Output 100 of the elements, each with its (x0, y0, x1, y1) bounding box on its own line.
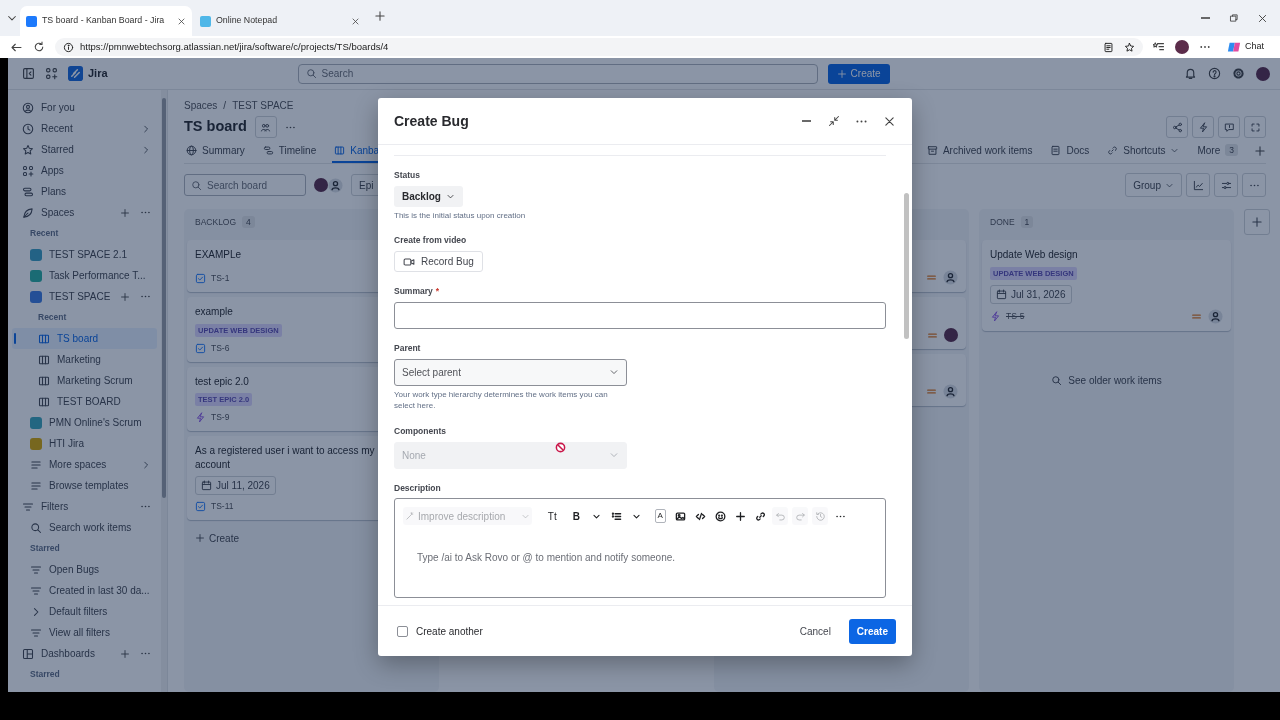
search-icon (305, 68, 317, 79)
team-button[interactable] (254, 116, 277, 138)
view-tab[interactable]: Timeline (260, 139, 319, 163)
view-tab[interactable]: Summary (184, 139, 247, 163)
minimize-button[interactable] (800, 120, 813, 122)
section-heading: Starred (29, 668, 61, 682)
sidebar-item[interactable]: More spaces (12, 454, 157, 475)
sidebar-item[interactable]: Starred (12, 139, 157, 160)
see-older-link[interactable]: See older work items (1045, 371, 1168, 389)
record-button[interactable]: Record Bug (394, 251, 483, 273)
sidebar-item[interactable]: View all filters (12, 622, 157, 643)
window-minimize-button[interactable] (1200, 17, 1211, 19)
epic-filter-button[interactable]: Epi (351, 174, 381, 196)
sidebar-item[interactable]: Apps (12, 160, 157, 181)
work-item-key[interactable]: TS-6 (211, 341, 230, 355)
insights-button[interactable] (1186, 173, 1210, 197)
tab-close-button[interactable] (351, 16, 360, 26)
help-button[interactable] (1208, 67, 1221, 80)
field-label: Parent (394, 341, 421, 355)
due-date: Jul 11, 2026 (195, 476, 276, 495)
profile-avatar[interactable] (1175, 40, 1189, 54)
breadcrumb-link[interactable]: TEST SPACE (232, 98, 294, 113)
sidebar-item[interactable]: Marketing Scrum (12, 370, 157, 391)
add-button[interactable] (120, 648, 130, 659)
sidebar-toggle-button[interactable] (22, 67, 35, 80)
browser-tab[interactable]: TS board - Kanban Board - Jira (20, 6, 192, 36)
sidebar-item[interactable]: TEST SPACE 2.1 (12, 244, 157, 265)
add-button[interactable] (120, 291, 130, 302)
toolbar-button[interactable]: Tt (544, 507, 561, 526)
select-field[interactable]: Select parent (394, 358, 627, 386)
work-item-key[interactable]: TS-11 (211, 500, 234, 513)
sidebar-item[interactable]: Spaces (12, 202, 157, 223)
checkbox[interactable] (397, 625, 408, 637)
sidebar-item[interactable]: Dashboards (12, 643, 157, 664)
cancel-button[interactable]: Cancel (791, 619, 839, 643)
close-button[interactable] (883, 114, 896, 128)
share-button[interactable] (1166, 116, 1188, 138)
product-logo[interactable]: Jira (68, 65, 108, 82)
create-another-checkbox[interactable]: Create another (397, 623, 483, 639)
window-restore-button[interactable] (1229, 13, 1239, 23)
create-button[interactable]: Create (848, 618, 896, 644)
sidebar-item[interactable]: Filters (12, 496, 157, 517)
sidebar-item[interactable]: Plans (12, 181, 157, 202)
sidebar-item[interactable]: Created in last 30 da... (12, 580, 157, 601)
board-search-field[interactable]: Search board (184, 174, 306, 196)
board-icon (334, 144, 346, 156)
sidebar-item[interactable]: Search work items (12, 517, 157, 538)
search-field[interactable]: Search (297, 63, 818, 84)
breadcrumb-link[interactable]: Spaces (184, 98, 218, 113)
toolbar-button[interactable]: B (568, 507, 585, 526)
view-tab[interactable]: Docs (1048, 139, 1092, 163)
reload-button[interactable] (33, 41, 45, 53)
sidebar-item[interactable]: Task Performance T... (12, 265, 157, 286)
collapse-button[interactable] (828, 115, 840, 127)
reload-icon (33, 41, 45, 53)
sidebar-item[interactable]: Default filters (12, 601, 157, 622)
sidebar-item[interactable]: TEST BOARD (12, 391, 157, 412)
summary-input[interactable] (394, 301, 886, 329)
assignee-filter-avatar[interactable] (314, 178, 328, 192)
sidebar-item[interactable]: Marketing (12, 349, 157, 370)
feedback-button[interactable] (1218, 116, 1240, 138)
view-tab[interactable]: Shortcuts (1105, 139, 1182, 163)
notifications-button[interactable] (1184, 67, 1197, 80)
tab-close-button[interactable] (177, 16, 186, 26)
browser-tab[interactable]: Online Notepad (194, 6, 366, 36)
create-button[interactable]: Create (827, 63, 890, 84)
view-tab[interactable]: More 3 (1195, 139, 1240, 163)
add-button[interactable] (120, 207, 130, 218)
automation-button[interactable] (1192, 116, 1214, 138)
view-settings-button[interactable] (1214, 173, 1238, 197)
sidebar-item[interactable]: Recent (12, 118, 157, 139)
new-tab-button[interactable] (374, 9, 386, 22)
sidebar-item[interactable]: Browse templates (12, 475, 157, 496)
window-close-button[interactable] (1257, 12, 1268, 24)
sidebar-item[interactable]: Open Bugs (12, 559, 157, 580)
sidebar-item[interactable]: HTI Jira (12, 433, 157, 454)
work-item-key[interactable]: TS-5 (1006, 309, 1025, 323)
work-item-key[interactable]: TS-9 (211, 411, 230, 424)
status-dropdown[interactable]: Backlog (394, 185, 463, 207)
settings-button[interactable] (1232, 67, 1245, 80)
sidebar-item[interactable]: PMN Online's Scrum (12, 412, 157, 433)
person-circle-icon (22, 101, 34, 114)
sidebar-item[interactable]: For you (12, 97, 157, 118)
group-button[interactable]: Group (1125, 173, 1182, 197)
user-avatar[interactable] (1256, 66, 1270, 81)
app-switcher-button[interactable] (45, 67, 58, 80)
restore-icon (1229, 13, 1239, 23)
scrollbar[interactable] (161, 90, 167, 692)
favorites-button[interactable] (1153, 41, 1165, 53)
tab-favicon-icon (200, 15, 211, 27)
create-item-button[interactable]: Create (187, 524, 247, 552)
view-tab[interactable]: Archived work items (924, 139, 1035, 163)
toolbar-button[interactable]: A (652, 507, 669, 526)
sidebar-item[interactable]: TEST SPACE (12, 286, 157, 307)
work-item-key[interactable]: TS-1 (211, 272, 230, 285)
add-tab-button[interactable] (1254, 145, 1266, 157)
assignee-avatar[interactable] (944, 328, 958, 342)
chat-button[interactable]: Chat (1221, 39, 1270, 55)
address-bar[interactable]: https://pmnwebtechsorg.atlassian.net/jira/software/c/projects/TS/boards/4 (55, 38, 1143, 56)
sidebar-item[interactable]: TS board (12, 328, 157, 349)
